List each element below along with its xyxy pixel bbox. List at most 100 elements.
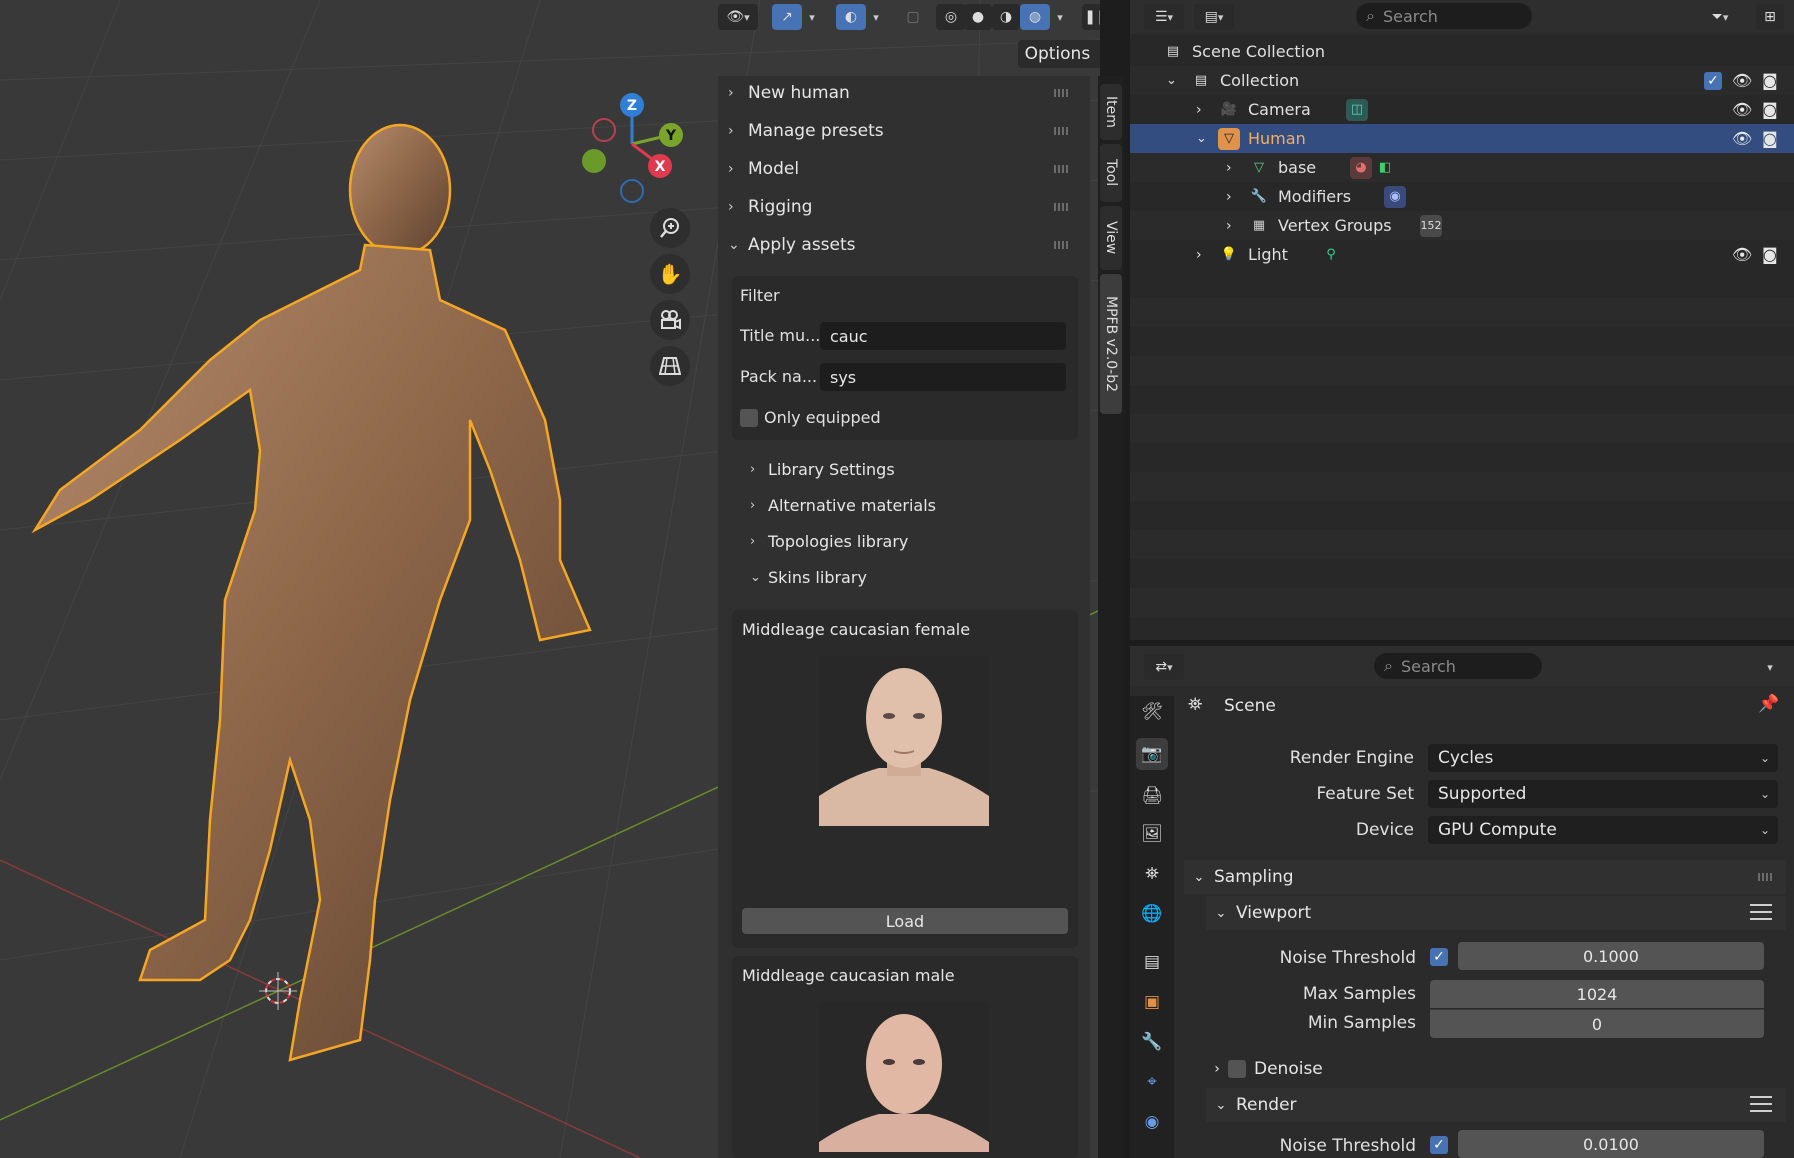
panel-manage-presets[interactable]: › Manage presets bbox=[728, 114, 1080, 148]
filter-funnel-icon[interactable]: ⏷ ▾ bbox=[1700, 4, 1740, 30]
skin-thumbnail[interactable] bbox=[819, 656, 989, 826]
visibility-selectability-icon[interactable]: 👁 ▾ bbox=[718, 4, 758, 30]
camera-view-icon[interactable] bbox=[650, 300, 690, 340]
chevron-down-icon[interactable]: ▾ bbox=[1758, 654, 1782, 680]
pan-hand-icon[interactable]: ✋ bbox=[650, 254, 690, 294]
pin-icon[interactable]: 📌 bbox=[1758, 694, 1779, 714]
chevron-down-icon[interactable]: ⌄ bbox=[1166, 73, 1177, 88]
render-camera-icon[interactable]: ◙ bbox=[1762, 100, 1778, 119]
chevron-right-icon[interactable]: › bbox=[1196, 102, 1202, 118]
chevron-right-icon[interactable]: › bbox=[1226, 160, 1232, 176]
chevron-right-icon[interactable]: › bbox=[1196, 247, 1202, 263]
outliner-row-base[interactable]: › ▽ base ◕ ◧ bbox=[1130, 153, 1794, 182]
subpanel-library-settings[interactable]: › Library Settings bbox=[750, 454, 895, 484]
zoom-icon[interactable] bbox=[650, 208, 690, 248]
material-icon[interactable]: ◕ bbox=[1350, 156, 1372, 179]
drag-grip-icon[interactable] bbox=[1054, 89, 1070, 97]
light-data-icon[interactable]: ⚲ bbox=[1320, 244, 1342, 266]
panel-rigging[interactable]: › Rigging bbox=[728, 190, 1080, 224]
tab-mpfb[interactable]: MPFB v2.0-b2 bbox=[1100, 274, 1122, 414]
eye-icon[interactable]: 👁 bbox=[1732, 129, 1752, 148]
overlays-toggle-icon[interactable]: ◐ bbox=[836, 4, 866, 30]
subpanel-alternative-materials[interactable]: › Alternative materials bbox=[750, 490, 936, 520]
max-samples-field[interactable]: 1024 bbox=[1430, 980, 1764, 1008]
chevron-right-icon[interactable]: › bbox=[1226, 189, 1232, 205]
world-tab-icon[interactable]: 🌐 bbox=[1136, 898, 1168, 930]
new-collection-icon[interactable]: ⊞ bbox=[1756, 4, 1784, 30]
human-figure[interactable] bbox=[31, 123, 592, 1062]
pack-filter-input[interactable]: sys bbox=[820, 363, 1066, 391]
presets-list-icon[interactable] bbox=[1750, 1096, 1772, 1114]
modifier-icon[interactable]: ◉ bbox=[1384, 185, 1406, 208]
render-engine-dropdown[interactable]: Cycles ⌄ bbox=[1428, 744, 1778, 772]
feature-set-dropdown[interactable]: Supported ⌄ bbox=[1428, 780, 1778, 808]
overlays-dropdown-icon[interactable]: ▾ bbox=[866, 4, 886, 30]
rendered-shading-icon[interactable]: ◍ bbox=[1020, 4, 1050, 30]
outliner-row-vertex-groups[interactable]: › ▦ Vertex Groups 152 bbox=[1130, 211, 1794, 240]
eye-icon[interactable]: 👁 bbox=[1732, 71, 1752, 90]
display-mode-icon[interactable]: ▤ ▾ bbox=[1194, 4, 1234, 30]
render-tab-icon[interactable]: 📷 bbox=[1136, 738, 1168, 770]
material-shading-icon[interactable]: ◑ bbox=[992, 4, 1020, 30]
shape-keys-icon[interactable]: ◧ bbox=[1374, 157, 1396, 179]
gizmo-dropdown-icon[interactable]: ▾ bbox=[802, 4, 822, 30]
exclude-checkbox[interactable]: ✓ bbox=[1704, 72, 1722, 90]
eye-icon[interactable]: 👁 bbox=[1732, 100, 1752, 119]
skin-thumbnail[interactable] bbox=[819, 1002, 989, 1152]
particles-tab-icon[interactable]: ⌖ bbox=[1136, 1066, 1168, 1098]
output-tab-icon[interactable]: 🖨 bbox=[1136, 780, 1168, 812]
vertex-group-count-badge[interactable]: 152 bbox=[1420, 214, 1442, 237]
options-button[interactable]: Options⌄ bbox=[1018, 40, 1100, 68]
view-layer-tab-icon[interactable]: 🖼 bbox=[1136, 818, 1168, 850]
presets-list-icon[interactable] bbox=[1750, 904, 1772, 922]
scene-tab-icon[interactable]: ⛯ bbox=[1136, 858, 1168, 890]
drag-grip-icon[interactable] bbox=[1054, 127, 1070, 135]
title-filter-input[interactable]: cauc bbox=[820, 322, 1066, 350]
device-dropdown[interactable]: GPU Compute ⌄ bbox=[1428, 816, 1778, 844]
viewport-noise-threshold-checkbox[interactable]: ✓ bbox=[1430, 948, 1448, 966]
render-camera-icon[interactable]: ◙ bbox=[1762, 129, 1778, 148]
3d-cursor[interactable] bbox=[259, 972, 297, 1010]
gizmo-toggle-icon[interactable]: ↗ bbox=[772, 4, 802, 30]
only-equipped-checkbox[interactable] bbox=[740, 409, 758, 427]
render-noise-threshold-field[interactable]: 0.0100 bbox=[1458, 1130, 1764, 1158]
denoise-checkbox[interactable] bbox=[1228, 1060, 1246, 1078]
shading-dropdown-icon[interactable]: ▾ bbox=[1050, 4, 1070, 30]
viewport-noise-threshold-field[interactable]: 0.1000 bbox=[1458, 942, 1764, 970]
denoise-subpanel-header[interactable]: › Denoise bbox=[1206, 1052, 1786, 1086]
object-tab-icon[interactable]: ▣ bbox=[1136, 986, 1168, 1018]
properties-search-input[interactable]: ⌕ Search bbox=[1374, 653, 1542, 679]
tool-tab-icon[interactable]: 🛠 bbox=[1136, 696, 1168, 728]
outliner-row-collection[interactable]: ⌄ ▤ Collection ✓ 👁 ◙ bbox=[1130, 66, 1794, 95]
eye-icon[interactable]: 👁 bbox=[1732, 245, 1752, 264]
physics-tab-icon[interactable]: ◉ bbox=[1136, 1106, 1168, 1138]
modifiers-tab-icon[interactable]: 🔧 bbox=[1136, 1026, 1168, 1058]
min-samples-field[interactable]: 0 bbox=[1430, 1009, 1764, 1038]
chevron-right-icon[interactable]: › bbox=[1226, 218, 1232, 234]
xray-toggle-icon[interactable]: ▢ bbox=[900, 4, 926, 30]
subpanel-skins-library[interactable]: ⌄ Skins library bbox=[750, 562, 867, 592]
collection-tab-icon[interactable]: ▤ bbox=[1136, 946, 1168, 978]
tab-item[interactable]: Item bbox=[1100, 84, 1122, 140]
panel-apply-assets[interactable]: ⌄ Apply assets bbox=[728, 228, 1080, 262]
drag-grip-icon[interactable] bbox=[1758, 873, 1774, 881]
viewport-subpanel-header[interactable]: ⌄ Viewport bbox=[1206, 896, 1786, 930]
camera-data-icon[interactable]: ◫ bbox=[1346, 98, 1368, 121]
perspective-grid-icon[interactable] bbox=[650, 346, 690, 386]
render-camera-icon[interactable]: ◙ bbox=[1762, 245, 1778, 264]
load-female-skin-button[interactable]: Load bbox=[742, 908, 1068, 934]
sampling-panel-header[interactable]: ⌄ Sampling bbox=[1184, 860, 1786, 894]
editor-type-icon[interactable]: ⇄ ▾ bbox=[1144, 654, 1184, 680]
drag-grip-icon[interactable] bbox=[1054, 241, 1070, 249]
outliner-row-light[interactable]: › 💡 Light ⚲ 👁 ◙ bbox=[1130, 240, 1794, 269]
outliner-search-input[interactable]: ⌕ Search bbox=[1356, 3, 1532, 29]
tab-view[interactable]: View bbox=[1100, 206, 1122, 270]
render-subpanel-header[interactable]: ⌄ Render bbox=[1206, 1088, 1786, 1122]
outliner-row-modifiers[interactable]: › 🔧 Modifiers ◉ bbox=[1130, 182, 1794, 211]
panel-model[interactable]: › Model bbox=[728, 152, 1080, 186]
chevron-down-icon[interactable]: ⌄ bbox=[1196, 131, 1207, 146]
pause-render-icon[interactable]: ❚❚ bbox=[1082, 4, 1100, 30]
editor-type-icon[interactable]: ☰ ▾ bbox=[1144, 4, 1184, 30]
render-noise-threshold-checkbox[interactable]: ✓ bbox=[1430, 1136, 1448, 1154]
subpanel-topologies-library[interactable]: › Topologies library bbox=[750, 526, 908, 556]
